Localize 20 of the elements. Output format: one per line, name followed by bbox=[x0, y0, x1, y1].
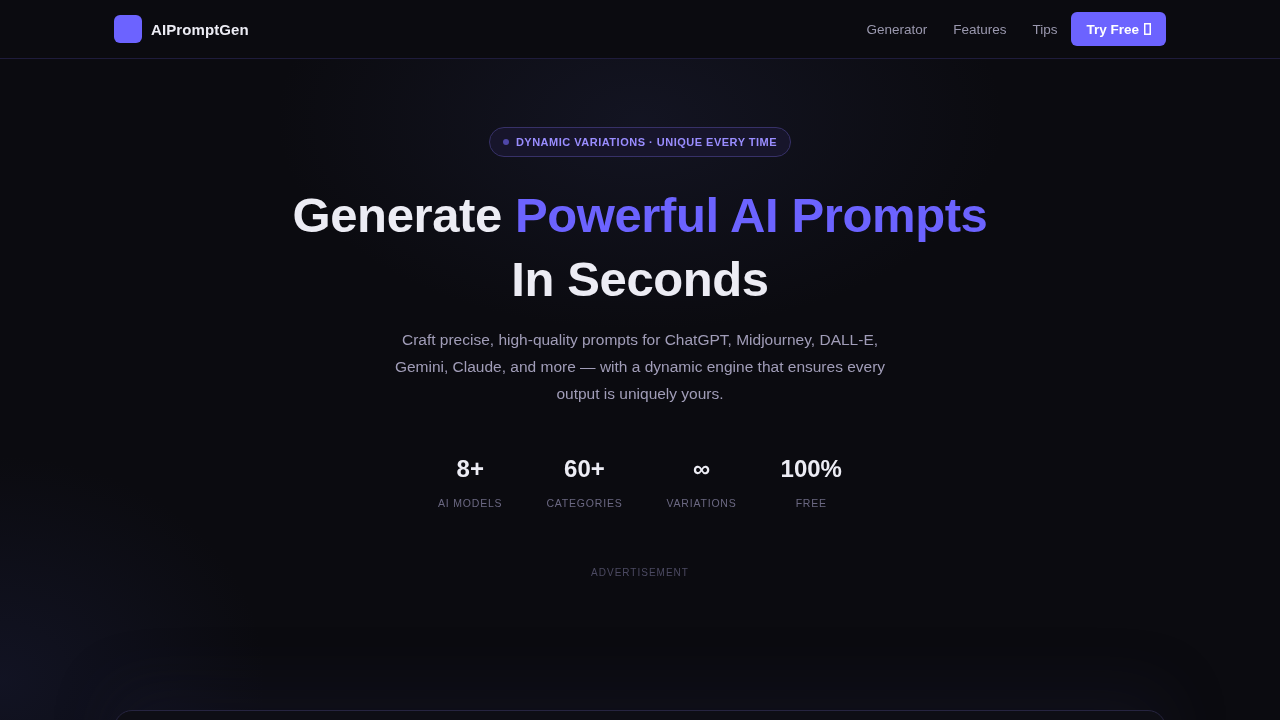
stat-value: ∞ bbox=[693, 454, 711, 484]
hero-subtitle: Craft precise, high-quality prompts for ChatGPT, Midjourney, DALL-E, Gemini, Claude, and more — with a dynamic engine that ensures every output is uniquely yours. bbox=[393, 330, 887, 404]
nav-link[interactable]: Features bbox=[953, 21, 1007, 37]
stat-value: 8+ bbox=[456, 454, 484, 484]
stat-label: CATEGORIES bbox=[546, 496, 623, 511]
nav-link[interactable]: Generator bbox=[866, 21, 928, 37]
dot-icon bbox=[502, 139, 509, 145]
try-free-button[interactable]: Try Free bbox=[1071, 12, 1166, 46]
stat-value: 60+ bbox=[564, 454, 605, 484]
advertisement-label: ADVERTISEMENT bbox=[591, 566, 689, 580]
stat-label: VARIATIONS bbox=[666, 496, 737, 511]
missing-glyph-icon bbox=[1144, 23, 1151, 35]
logo-icon bbox=[114, 15, 142, 43]
stat-label: AI MODELS bbox=[438, 496, 503, 511]
nav-link[interactable]: Tips bbox=[1032, 21, 1058, 37]
brand-link[interactable]: AIPromptGen bbox=[151, 20, 249, 38]
badge-text: DYNAMIC VARIATIONS · UNIQUE EVERY TIME bbox=[515, 136, 778, 148]
hero-heading: Generate Powerful AI Prompts In Seconds bbox=[292, 187, 988, 308]
stat-value: 100% bbox=[780, 454, 842, 484]
stat-label: FREE bbox=[795, 496, 827, 511]
